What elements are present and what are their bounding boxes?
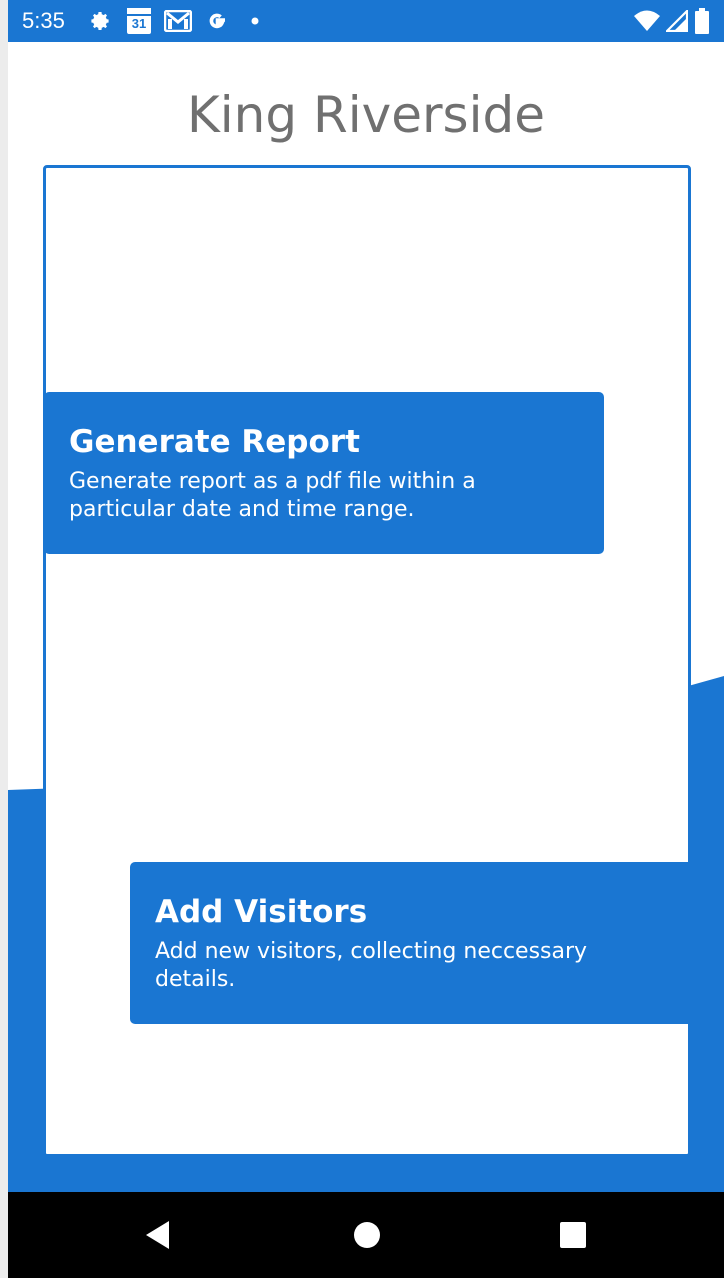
- recents-icon: [560, 1222, 586, 1248]
- google-g-icon: [209, 13, 225, 29]
- status-bar: 5:35 31: [8, 0, 724, 42]
- battery-icon: [695, 8, 709, 34]
- cell-signal-icon: [666, 10, 688, 32]
- home-icon: [354, 1222, 380, 1248]
- generate-report-card[interactable]: Generate Report Generate report as a pdf…: [44, 392, 604, 554]
- back-button[interactable]: [113, 1192, 203, 1278]
- wifi-icon: [634, 10, 660, 31]
- gear-icon: [91, 12, 109, 30]
- navigation-bar: [8, 1192, 724, 1278]
- calendar-icon: 31: [127, 8, 151, 34]
- add-visitors-title: Add Visitors: [155, 894, 368, 930]
- add-visitors-description: Add new visitors, collecting neccessary …: [155, 939, 588, 992]
- calendar-day: 31: [131, 16, 147, 31]
- status-time: 5:35: [22, 8, 65, 33]
- add-visitors-card[interactable]: Add Visitors Add new visitors, collectin…: [130, 862, 690, 1024]
- notification-dot-icon: [251, 17, 259, 25]
- home-button[interactable]: [322, 1192, 412, 1278]
- recents-button[interactable]: [528, 1192, 618, 1278]
- app-title: King Riverside: [187, 86, 545, 144]
- generate-report-title: Generate Report: [69, 424, 360, 460]
- app-screen: 5:35 31 King Riverside Generate Report G…: [8, 0, 724, 1278]
- back-icon: [146, 1221, 169, 1249]
- generate-report-description: Generate report as a pdf file within a p…: [69, 469, 476, 522]
- gmail-icon: [164, 10, 192, 32]
